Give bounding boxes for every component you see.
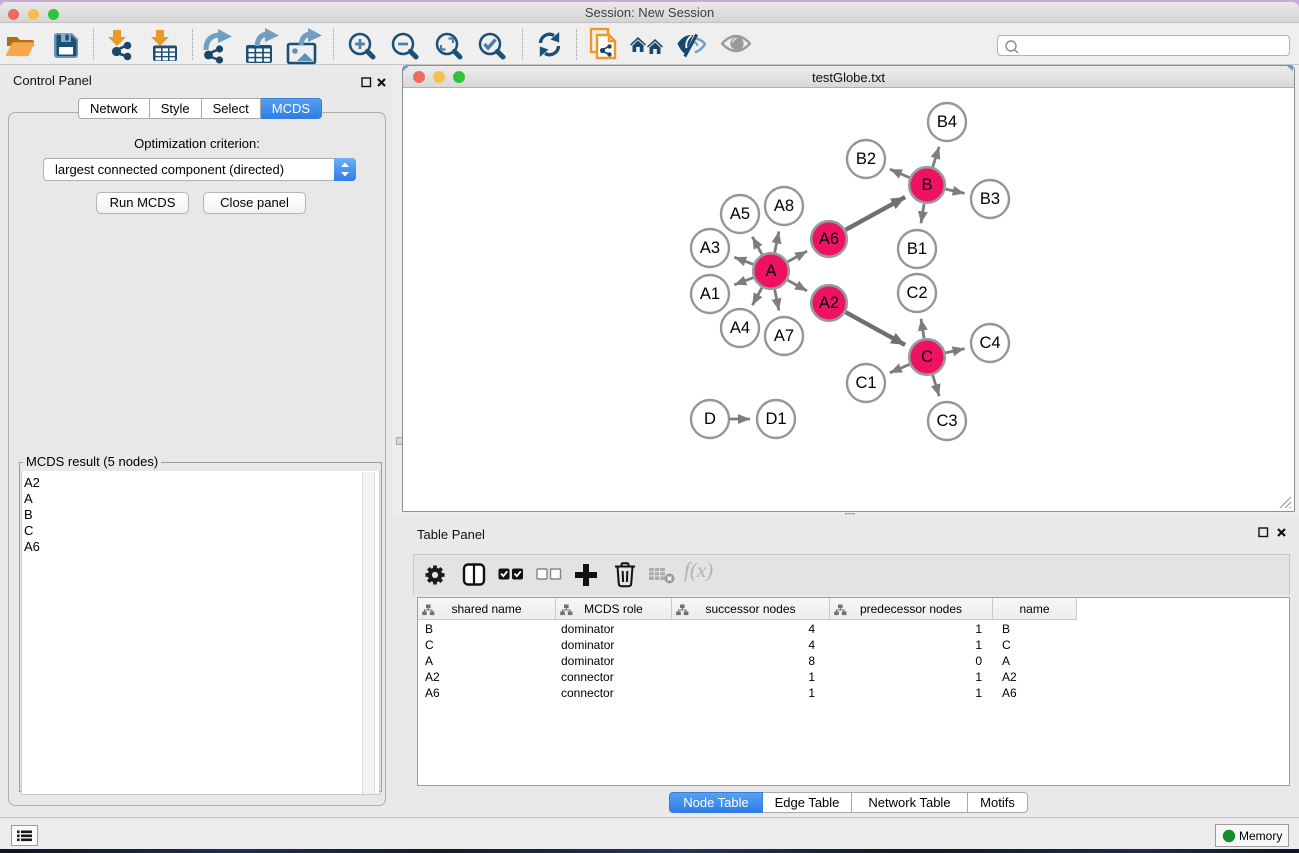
svg-text:B: B	[921, 176, 932, 194]
svg-text:A4: A4	[730, 319, 750, 337]
svg-text:A2: A2	[819, 294, 839, 312]
svg-text:B4: B4	[937, 113, 957, 131]
svg-text:A5: A5	[730, 205, 750, 223]
svg-text:B1: B1	[907, 240, 927, 258]
svg-text:A7: A7	[774, 327, 794, 345]
svg-text:D: D	[704, 410, 716, 428]
svg-text:B2: B2	[856, 150, 876, 168]
svg-text:A: A	[765, 262, 776, 280]
svg-text:C3: C3	[936, 412, 957, 430]
svg-text:C1: C1	[855, 374, 876, 392]
svg-text:A3: A3	[700, 239, 720, 257]
svg-text:A1: A1	[700, 285, 720, 303]
svg-text:A6: A6	[819, 230, 839, 248]
svg-text:C4: C4	[979, 334, 1000, 352]
svg-text:D1: D1	[765, 410, 786, 428]
svg-text:C: C	[921, 348, 933, 366]
svg-text:A8: A8	[774, 197, 794, 215]
svg-text:B3: B3	[980, 190, 1000, 208]
svg-text:C2: C2	[906, 284, 927, 302]
